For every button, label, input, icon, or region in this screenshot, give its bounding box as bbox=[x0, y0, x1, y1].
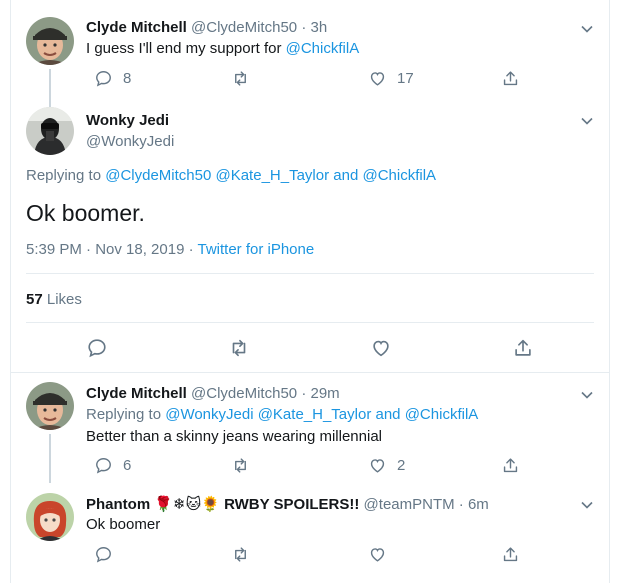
reply-mentions[interactable]: @WonkyJedi @Kate_H_Taylor bbox=[165, 406, 371, 423]
tweet-header: Clyde Mitchell @ClydeMitch50 · 29m bbox=[86, 385, 340, 402]
display-name-text: Phantom bbox=[86, 496, 151, 513]
tweet-text: I guess I'll end my support for @Chickfi… bbox=[86, 40, 359, 57]
replying-to: Replying to @ClydeMitch50 @Kate_H_Taylor… bbox=[26, 167, 436, 184]
display-name[interactable]: Clyde Mitchell bbox=[86, 385, 187, 402]
tweet-meta: 5:39 PM · Nov 18, 2019 · Twitter for iPh… bbox=[26, 241, 314, 258]
replying-label: Replying to bbox=[26, 167, 106, 184]
chevron-down-icon[interactable] bbox=[580, 388, 594, 402]
retweet-button[interactable] bbox=[231, 454, 250, 476]
avatar[interactable] bbox=[26, 17, 74, 65]
display-name[interactable]: Wonky Jedi bbox=[86, 112, 169, 129]
reply-icon bbox=[88, 339, 106, 358]
retweet-button[interactable] bbox=[231, 67, 250, 89]
like-button[interactable]: 17 bbox=[368, 67, 414, 89]
retweet-icon bbox=[235, 546, 246, 562]
tweet-actions: 8 17 bbox=[86, 67, 518, 89]
retweet-icon bbox=[235, 70, 246, 86]
likes-count: 57 bbox=[26, 291, 43, 308]
share-icon bbox=[503, 546, 518, 561]
display-name[interactable]: Phantom 🌹❄🐱🌻 RWBY SPOILERS!! bbox=[86, 496, 359, 513]
share-button[interactable] bbox=[501, 543, 520, 565]
share-icon bbox=[515, 339, 531, 356]
reply-button[interactable]: 8 bbox=[94, 67, 131, 89]
reply-mention-last[interactable]: @ChickfilA bbox=[405, 406, 479, 423]
reply-icon bbox=[96, 457, 111, 474]
heart-icon bbox=[373, 340, 389, 357]
timestamp[interactable]: 6m bbox=[468, 496, 489, 513]
share-icon bbox=[503, 70, 518, 85]
tweet-clyde-2[interactable]: Clyde Mitchell @ClydeMitch50 · 29m Reply… bbox=[10, 373, 610, 483]
reply-button[interactable] bbox=[86, 337, 108, 359]
separator: · bbox=[301, 385, 307, 402]
tweet-source[interactable]: Twitter for iPhone bbox=[197, 241, 314, 258]
heart-icon bbox=[370, 458, 385, 473]
like-button[interactable] bbox=[370, 337, 392, 359]
chevron-down-icon[interactable] bbox=[580, 114, 594, 128]
reply-and[interactable]: and bbox=[371, 406, 404, 423]
separator: · bbox=[301, 19, 307, 36]
tweet-actions: 6 2 bbox=[86, 454, 518, 476]
reply-icon bbox=[96, 70, 111, 87]
retweet-icon bbox=[232, 339, 246, 357]
replying-label: Replying to bbox=[86, 406, 166, 423]
retweet-icon bbox=[235, 457, 246, 473]
heart-icon bbox=[370, 71, 385, 86]
reply-mentions[interactable]: @ClydeMitch50 @Kate_H_Taylor bbox=[105, 167, 329, 184]
share-icon bbox=[503, 457, 518, 472]
display-name[interactable]: Clyde Mitchell bbox=[86, 19, 187, 36]
likes-label: Likes bbox=[42, 291, 82, 308]
like-button[interactable] bbox=[368, 543, 387, 565]
tweet-actions bbox=[26, 337, 594, 361]
mention-link[interactable]: @ChickfilA bbox=[286, 40, 360, 57]
like-count: 17 bbox=[397, 69, 414, 87]
tweet-datetime[interactable]: 5:39 PM · Nov 18, 2019 · bbox=[26, 241, 197, 258]
replying-to: Replying to @WonkyJedi @Kate_H_Taylor an… bbox=[86, 406, 478, 423]
tweet-text-body: I guess I'll end my support for bbox=[86, 40, 286, 57]
user-handle[interactable]: @ClydeMitch50 bbox=[191, 19, 297, 36]
avatar[interactable] bbox=[26, 107, 74, 155]
reply-button[interactable] bbox=[94, 543, 113, 565]
tweet-text: Ok boomer. bbox=[26, 200, 145, 226]
avatar[interactable] bbox=[26, 382, 74, 430]
timestamp[interactable]: 3h bbox=[310, 19, 327, 36]
user-handle[interactable]: @WonkyJedi bbox=[86, 133, 174, 150]
tweet-clyde-1[interactable]: Clyde Mitchell @ClydeMitch50 · 3h I gues… bbox=[10, 0, 610, 110]
reply-mention-last[interactable]: @ChickfilA bbox=[362, 167, 436, 184]
share-button[interactable] bbox=[501, 67, 520, 89]
reply-count: 6 bbox=[123, 456, 132, 474]
avatar[interactable] bbox=[26, 493, 74, 541]
user-handle[interactable]: @teamPNTM bbox=[364, 496, 455, 513]
tweet-text: Better than a skinny jeans wearing mille… bbox=[86, 428, 382, 445]
name-emoji: 🌹❄🐱🌻 bbox=[154, 496, 220, 513]
display-name-suffix: RWBY SPOILERS!! bbox=[219, 496, 360, 513]
retweet-button[interactable] bbox=[231, 543, 250, 565]
reply-button[interactable]: 6 bbox=[94, 454, 131, 476]
chevron-down-icon[interactable] bbox=[580, 22, 594, 36]
chevron-down-icon[interactable] bbox=[580, 498, 594, 512]
heart-icon bbox=[370, 547, 385, 562]
tweet-header: Clyde Mitchell @ClydeMitch50 · 3h bbox=[86, 19, 327, 36]
tweet-phantom[interactable]: Phantom 🌹❄🐱🌻 RWBY SPOILERS!! @teamPNTM ·… bbox=[10, 483, 610, 583]
reply-icon bbox=[96, 546, 111, 563]
thread-line bbox=[49, 434, 51, 483]
divider bbox=[26, 273, 594, 274]
tweet-text: Ok boomer bbox=[86, 516, 161, 533]
reply-and[interactable]: and bbox=[329, 167, 362, 184]
like-button[interactable]: 2 bbox=[368, 454, 405, 476]
share-button[interactable] bbox=[512, 337, 534, 359]
like-count: 2 bbox=[397, 456, 406, 474]
tweet-actions bbox=[86, 543, 518, 565]
likes-summary[interactable]: 57 Likes bbox=[26, 291, 82, 308]
timestamp[interactable]: 29m bbox=[310, 385, 339, 402]
user-handle[interactable]: @ClydeMitch50 bbox=[191, 385, 297, 402]
divider bbox=[26, 322, 594, 323]
reply-count: 8 bbox=[123, 69, 132, 87]
retweet-button[interactable] bbox=[228, 337, 250, 359]
share-button[interactable] bbox=[501, 454, 520, 476]
tweet-header: Phantom 🌹❄🐱🌻 RWBY SPOILERS!! @teamPNTM ·… bbox=[86, 495, 489, 513]
separator: · bbox=[458, 496, 464, 513]
